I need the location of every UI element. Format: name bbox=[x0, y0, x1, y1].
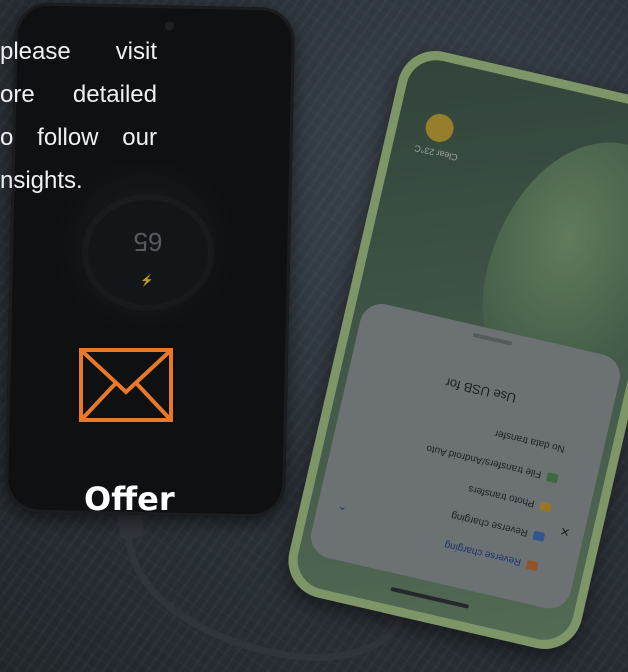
article-line: o follow our bbox=[0, 124, 157, 151]
mail-icon[interactable] bbox=[79, 348, 173, 422]
article-line: ore detailed bbox=[0, 81, 157, 108]
article-text: please visit ore detailed o follow our n… bbox=[0, 30, 157, 202]
offer-label[interactable]: Offer bbox=[84, 480, 175, 518]
article-line: please visit bbox=[0, 38, 157, 65]
article-line: nsights. bbox=[0, 167, 83, 194]
